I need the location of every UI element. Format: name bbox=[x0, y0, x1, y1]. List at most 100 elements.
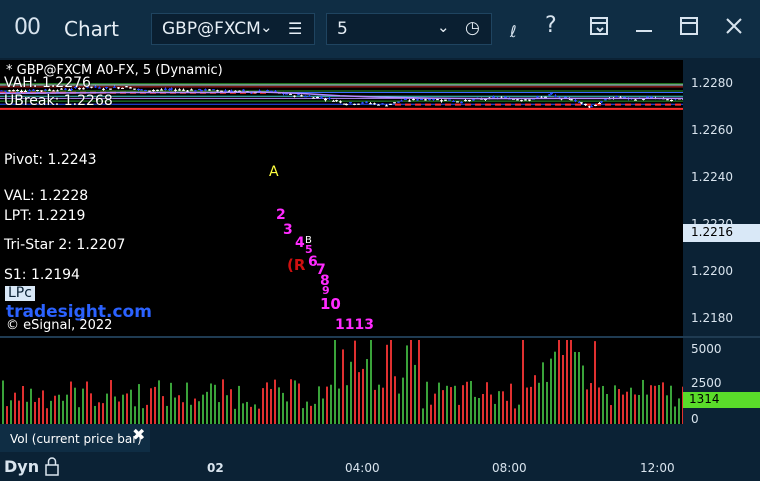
lpt-label: LPT: 1.2219 bbox=[4, 208, 86, 224]
candle-body bbox=[242, 89, 245, 91]
candle-body bbox=[369, 103, 372, 105]
candle-body bbox=[304, 96, 307, 98]
candle-body bbox=[393, 102, 396, 104]
volume-bar bbox=[270, 388, 272, 424]
volume-bar bbox=[514, 408, 516, 424]
page-settings-icon[interactable] bbox=[589, 16, 609, 41]
candle-body bbox=[274, 90, 277, 92]
candle-body bbox=[504, 96, 507, 98]
volume-bar bbox=[206, 391, 208, 424]
volume-bar bbox=[454, 385, 456, 424]
volume-bar bbox=[390, 340, 392, 424]
volume-bar bbox=[262, 388, 264, 424]
clock-icon[interactable]: ◷ bbox=[465, 18, 480, 38]
candle-body bbox=[182, 89, 185, 91]
lock-icon[interactable] bbox=[44, 456, 60, 480]
time-axis[interactable]: Dyn 02 04:00 08:00 12:00 bbox=[0, 452, 760, 481]
candle-body bbox=[113, 86, 116, 88]
volume-bar bbox=[582, 365, 584, 424]
maximize-icon[interactable] bbox=[679, 16, 699, 41]
price-tick: 1.2240 bbox=[691, 170, 733, 184]
candle-body bbox=[300, 95, 303, 97]
chart-window-icon[interactable]: 00 bbox=[14, 15, 41, 40]
volume-bar bbox=[446, 385, 448, 424]
candle-body bbox=[98, 87, 101, 89]
volume-current-badge: 1314 bbox=[683, 392, 760, 408]
chevron-down-icon[interactable]: ⌄ bbox=[437, 18, 450, 36]
candle-body bbox=[324, 99, 327, 101]
volume-bar bbox=[530, 386, 532, 424]
volume-bar bbox=[106, 393, 108, 424]
close-legend-icon[interactable]: ✖ bbox=[132, 425, 145, 444]
close-icon[interactable] bbox=[724, 16, 744, 41]
dyn-mode[interactable]: Dyn bbox=[4, 457, 39, 476]
marker-4: 4 bbox=[295, 235, 305, 251]
volume-tick: 0 bbox=[691, 412, 699, 426]
price-chart[interactable]: * GBP@FXCM A0-FX, 5 (Dynamic) VAH: 1.227… bbox=[0, 60, 683, 336]
marker-3: 3 bbox=[283, 222, 293, 238]
volume-bar bbox=[658, 385, 660, 424]
volume-bar bbox=[2, 380, 4, 424]
price-tick: 1.2260 bbox=[691, 123, 733, 137]
price-tick: 1.2280 bbox=[691, 76, 733, 90]
volume-bar bbox=[614, 385, 616, 424]
volume-bar bbox=[646, 394, 648, 424]
volume-bar bbox=[626, 391, 628, 424]
candle-body bbox=[293, 95, 296, 97]
volume-bar bbox=[486, 382, 488, 424]
volume-bar bbox=[458, 404, 460, 424]
volume-bar bbox=[350, 361, 352, 424]
marker-10: 10 bbox=[320, 295, 341, 313]
candle-body bbox=[109, 88, 112, 90]
candle-body bbox=[408, 100, 411, 102]
candle-body bbox=[416, 99, 419, 101]
volume-bar bbox=[414, 364, 416, 424]
volume-bar bbox=[334, 340, 336, 424]
volume-bar bbox=[30, 388, 32, 424]
help-icon[interactable]: ? bbox=[545, 13, 557, 38]
candle-body bbox=[105, 87, 108, 89]
ubreak-label: UBreak: 1.2268 bbox=[4, 93, 113, 109]
volume-bar bbox=[466, 381, 468, 424]
minimize-icon[interactable] bbox=[634, 16, 654, 41]
volume-bar bbox=[474, 396, 476, 424]
candle-body bbox=[289, 93, 292, 95]
symbol-dropdown[interactable]: GBP@FXCM ⌄ ☰ bbox=[151, 13, 315, 45]
time-tick: 04:00 bbox=[345, 461, 380, 475]
chevron-down-icon[interactable]: ⌄ bbox=[260, 18, 273, 36]
volume-bar bbox=[622, 394, 624, 424]
candle-body bbox=[216, 90, 219, 92]
volume-bar bbox=[278, 387, 280, 424]
volume-bar bbox=[122, 394, 124, 424]
volume-bar bbox=[134, 406, 136, 424]
volume-tick: 2500 bbox=[691, 376, 722, 390]
volume-bar bbox=[670, 385, 672, 424]
volume-bar bbox=[346, 385, 348, 424]
volume-bar bbox=[202, 394, 204, 424]
volume-bar bbox=[682, 386, 683, 424]
volume-chart[interactable] bbox=[0, 338, 683, 424]
volume-bar bbox=[422, 408, 424, 424]
symbol-list-icon[interactable]: ☰ bbox=[288, 19, 302, 38]
vah-label: VAH: 1.2276 bbox=[4, 75, 91, 91]
volume-bar bbox=[274, 379, 276, 424]
volume-bar bbox=[406, 345, 408, 424]
price-axis[interactable]: 1.2280 1.2260 1.2240 1.2220 1.2200 1.218… bbox=[683, 60, 760, 426]
volume-bar bbox=[190, 404, 192, 424]
volume-bar bbox=[382, 387, 384, 424]
volume-bar bbox=[26, 401, 28, 424]
candle-body bbox=[137, 88, 140, 90]
interval-dropdown[interactable]: 5 ⌄ ◷ bbox=[326, 13, 492, 45]
volume-bar bbox=[162, 396, 164, 424]
volume-bar bbox=[154, 386, 156, 424]
candle-body bbox=[94, 86, 97, 88]
volume-bar bbox=[238, 385, 240, 424]
candle-body bbox=[548, 94, 551, 96]
candle-body bbox=[615, 95, 618, 97]
candle-body bbox=[444, 99, 447, 101]
volume-bar bbox=[110, 380, 112, 424]
draw-tool-icon[interactable]: ℓ bbox=[510, 22, 517, 41]
volume-bar bbox=[550, 358, 552, 424]
candle-body bbox=[345, 104, 348, 106]
candle-body bbox=[554, 95, 557, 97]
